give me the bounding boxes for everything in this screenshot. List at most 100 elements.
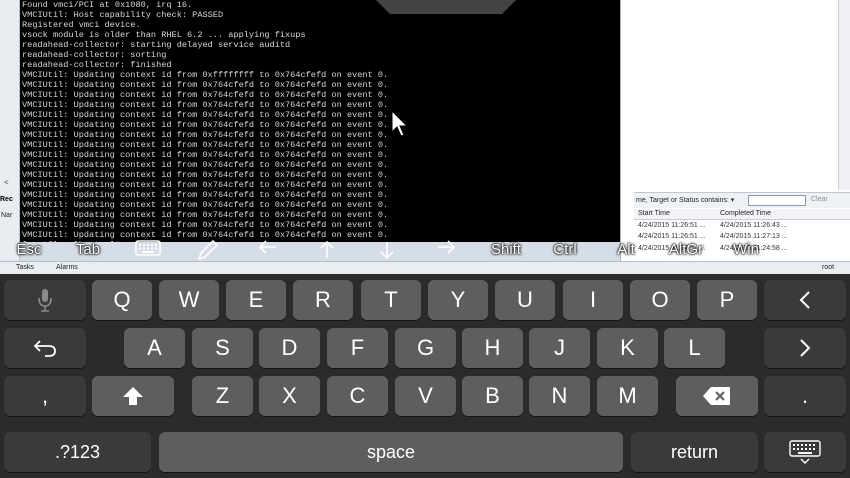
remote-desktop-view[interactable]: < Nar Rec Found vmci/PCI at 0x1080, irq …: [0, 0, 850, 274]
task-table-header: Start Time Completed Time: [634, 209, 850, 220]
console-line: readahead-collector: sorting: [22, 50, 167, 60]
vsphere-status-bar: Tasks Alarms root: [0, 261, 850, 274]
key-a[interactable]: A: [124, 328, 185, 368]
special-keys-toolbar: Esc Tab Shift Ctrl Alt AltGr Win: [0, 236, 850, 262]
win-key[interactable]: Win: [728, 240, 764, 260]
console-line: VMCIUtil: Updating context id from 0x764…: [22, 130, 389, 140]
cursor-right-key[interactable]: [764, 328, 846, 368]
console-output: Found vmci/PCI at 0x1080, irq 16. VMCIUti…: [20, 0, 620, 242]
console-line: VMCIUtil: Updating context id from 0x764…: [22, 100, 389, 110]
key-f[interactable]: F: [327, 328, 388, 368]
keyboard-icon[interactable]: [134, 240, 162, 260]
key-z[interactable]: Z: [192, 376, 253, 416]
key-l[interactable]: L: [664, 328, 725, 368]
arrow-right-icon[interactable]: [434, 240, 458, 260]
shift-key[interactable]: Shift: [484, 240, 528, 260]
key-x[interactable]: X: [259, 376, 320, 416]
console-line: readahead-collector: finished: [22, 60, 172, 70]
chevron-left-icon: [799, 291, 810, 309]
console-line: VMCIUtil: Updating context id from 0x764…: [22, 200, 389, 210]
console-line: VMCIUtil: Updating context id from 0x764…: [22, 150, 389, 160]
console-line: VMCIUtil: Updating context id from 0x764…: [22, 110, 389, 120]
arrow-left-icon[interactable]: [256, 240, 280, 260]
chevron-right-icon: [800, 339, 811, 357]
cursor-left-key[interactable]: [764, 280, 846, 320]
on-screen-keyboard: Q W E R T Y U I O P A S D F G H J K L , …: [0, 274, 850, 478]
collapse-toolbar-icon[interactable]: [794, 240, 816, 260]
console-line: VMCIUtil: Updating context id from 0x764…: [22, 160, 389, 170]
console-line: vsock module is older than RHEL 6.2 ... …: [22, 30, 306, 40]
key-n[interactable]: N: [529, 376, 590, 416]
key-t[interactable]: T: [361, 280, 421, 320]
dictation-key[interactable]: [4, 280, 86, 320]
console-line: VMCIUtil: Host capability check: PASSED: [22, 10, 224, 20]
key-e[interactable]: E: [226, 280, 286, 320]
arrow-up-icon[interactable]: [316, 240, 338, 260]
arrow-down-icon[interactable]: [376, 240, 398, 260]
altgr-key[interactable]: AltGr: [662, 240, 710, 260]
console-line: Found vmci/PCI at 0x1080, irq 16.: [22, 0, 193, 10]
name-column-label: Nar: [1, 212, 13, 219]
right-panel-scrollbar[interactable]: [838, 0, 850, 190]
ctrl-key[interactable]: Ctrl: [548, 240, 582, 260]
console-line: VMCIUtil: Updating context id from 0x764…: [22, 90, 389, 100]
return-key[interactable]: return: [631, 432, 758, 472]
backspace-key[interactable]: [676, 376, 758, 416]
key-m[interactable]: M: [597, 376, 658, 416]
vm-console[interactable]: Found vmci/PCI at 0x1080, irq 16. VMCIUti…: [20, 0, 620, 242]
key-h[interactable]: H: [462, 328, 523, 368]
key-w[interactable]: W: [159, 280, 219, 320]
scroll-left-icon[interactable]: <: [4, 178, 9, 187]
alt-key[interactable]: Alt: [612, 240, 640, 260]
console-line: VMCIUtil: Updating context id from 0x764…: [22, 180, 389, 190]
key-r[interactable]: R: [293, 280, 353, 320]
filter-clear-button[interactable]: Clear: [811, 196, 828, 203]
console-line: VMCIUtil: Updating context id from 0x764…: [22, 80, 389, 90]
pencil-icon[interactable]: [194, 240, 222, 260]
console-line: VMCIUtil: Updating context id from 0x764…: [22, 190, 389, 200]
key-comma[interactable]: ,: [4, 376, 86, 416]
key-j[interactable]: J: [529, 328, 590, 368]
console-line: VMCIUtil: Updating context id from 0x764…: [22, 210, 389, 220]
key-d[interactable]: D: [259, 328, 320, 368]
esc-key[interactable]: Esc: [12, 240, 46, 260]
alarms-tab[interactable]: Alarms: [56, 264, 78, 271]
key-period[interactable]: .: [764, 376, 846, 416]
table-row[interactable]: 4/24/2015 11:26:51 ... 4/24/2015 11:26:4…: [634, 221, 850, 232]
key-p[interactable]: P: [697, 280, 757, 320]
key-o[interactable]: O: [630, 280, 690, 320]
key-v[interactable]: V: [395, 376, 456, 416]
space-key[interactable]: space: [159, 432, 623, 472]
console-line: readahead-collector: starting delayed se…: [22, 40, 291, 50]
key-i[interactable]: I: [563, 280, 623, 320]
hide-keyboard-key[interactable]: [764, 432, 846, 472]
key-s[interactable]: S: [192, 328, 253, 368]
key-g[interactable]: G: [395, 328, 456, 368]
filter-input[interactable]: [748, 195, 806, 206]
console-line: VMCIUtil: Updating context id from 0x764…: [22, 120, 389, 130]
console-line: VMCIUtil: Updating context id from 0x764…: [22, 170, 389, 180]
shift-key-main[interactable]: [92, 376, 174, 416]
tasks-tab[interactable]: Tasks: [16, 264, 34, 271]
key-q[interactable]: Q: [92, 280, 152, 320]
task-filter-bar: me, Target or Status contains: ▾ Clear: [634, 192, 850, 208]
mouse-pointer-icon: [391, 110, 409, 137]
hide-keyboard-icon: [789, 440, 821, 464]
key-c[interactable]: C: [327, 376, 388, 416]
tab-key[interactable]: Tab: [70, 240, 106, 260]
start-time-cell: 4/24/2015 11:26:51 ...: [638, 222, 706, 229]
key-y[interactable]: Y: [428, 280, 488, 320]
undo-icon: [33, 340, 56, 357]
vsphere-left-strip: < Nar: [0, 0, 20, 274]
key-k[interactable]: K: [597, 328, 658, 368]
backspace-icon: [703, 387, 730, 405]
completed-time-column[interactable]: Completed Time: [720, 210, 771, 217]
undo-key[interactable]: [4, 328, 86, 368]
key-b[interactable]: B: [462, 376, 523, 416]
shift-arrow-icon: [123, 387, 143, 405]
numbers-key[interactable]: .?123: [4, 432, 151, 472]
console-top-tab[interactable]: [376, 0, 516, 14]
key-u[interactable]: U: [495, 280, 555, 320]
start-time-column[interactable]: Start Time: [638, 210, 670, 217]
console-line: VMCIUtil: Updating context id from 0x764…: [22, 220, 389, 230]
